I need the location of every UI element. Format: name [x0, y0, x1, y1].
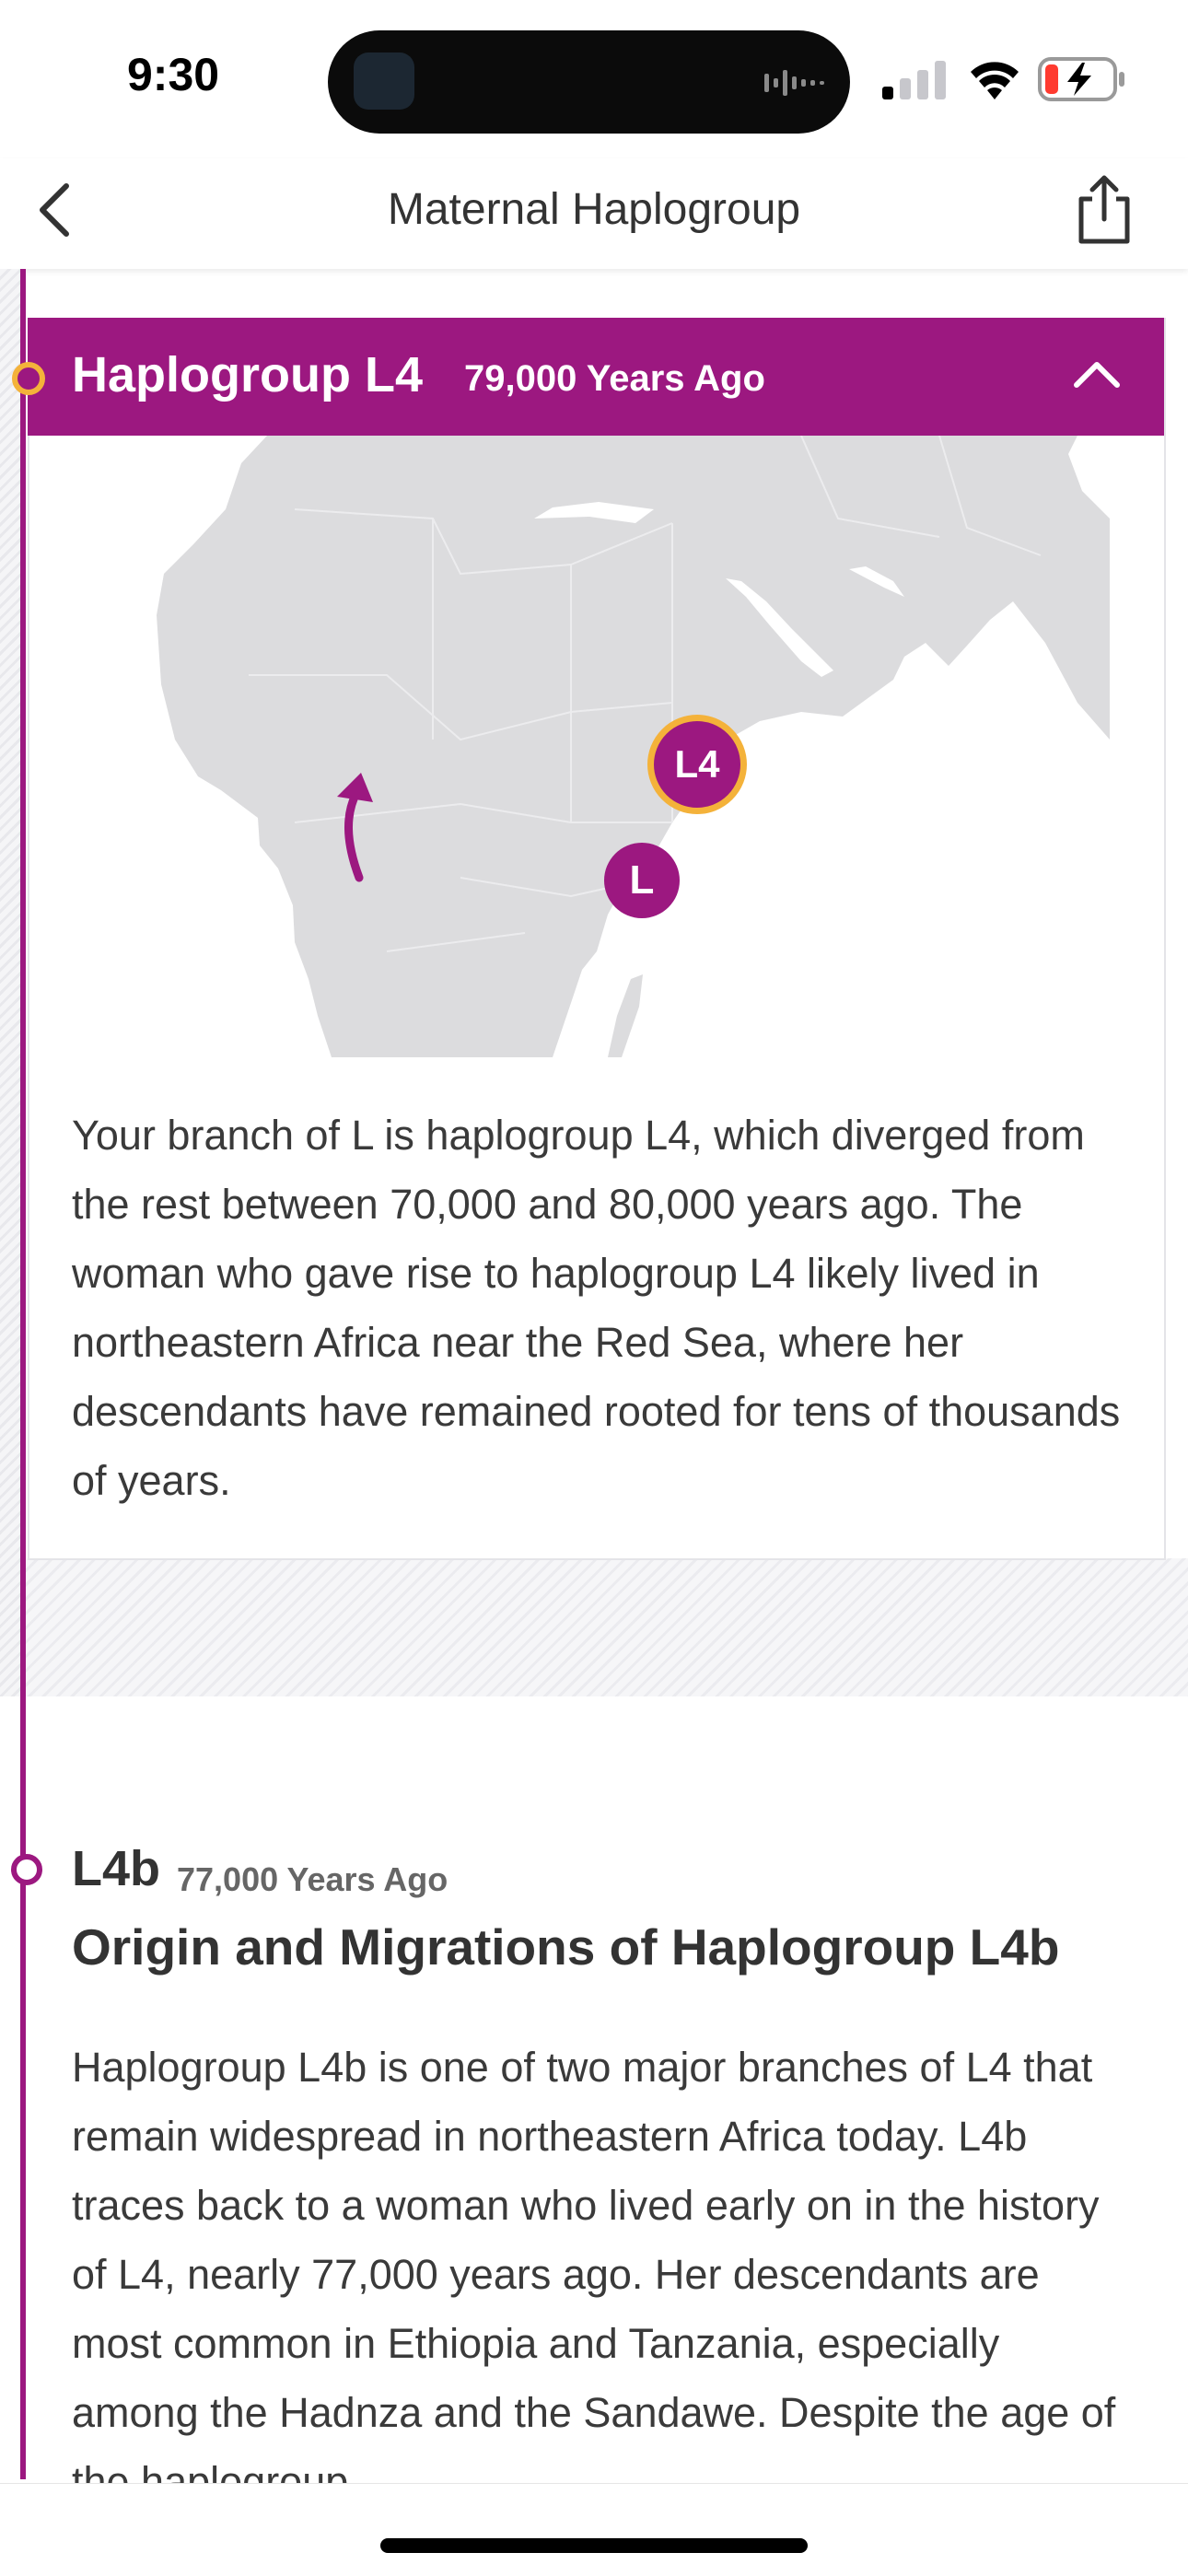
section-divider-pattern [26, 1558, 1188, 1696]
origin-marker: L [604, 843, 680, 918]
bottom-safe-area [0, 2483, 1188, 2576]
timeline-line [20, 269, 26, 2479]
destination-marker: L4 [647, 715, 747, 814]
audio-wave-icon [764, 70, 824, 96]
status-time: 9:30 [127, 49, 220, 100]
l4-title: Haplogroup L4 [72, 347, 423, 402]
l4b-description: Haplogroup L4b is one of two major branc… [72, 2044, 1116, 2505]
l4b-years: 77,000 Years Ago [177, 1860, 448, 1898]
page-title: Maternal Haplogroup [387, 185, 801, 234]
l4b-name: L4b [72, 1841, 161, 1896]
live-activity-icon [354, 52, 414, 110]
wifi-icon [971, 62, 1019, 99]
share-icon[interactable] [1074, 173, 1135, 245]
battery-charging-icon [1038, 57, 1124, 101]
l4-years: 79,000 Years Ago [464, 358, 765, 399]
timeline-dot-l4 [12, 362, 45, 395]
side-pattern [0, 269, 20, 1696]
timeline-dot-l4b [11, 1854, 42, 1885]
destination-marker-label: L4 [674, 742, 720, 786]
l4-description: Your branch of L is haplogroup L4, which… [72, 1112, 1121, 1504]
cellular-signal-icon [882, 61, 946, 99]
l4b-heading: Origin and Migrations of Haplogroup L4b [72, 1918, 1060, 1976]
collapse-chevron-icon[interactable] [1072, 357, 1122, 390]
migration-map [157, 436, 1110, 1057]
home-indicator[interactable] [380, 2538, 808, 2553]
origin-marker-label: L [629, 857, 655, 903]
